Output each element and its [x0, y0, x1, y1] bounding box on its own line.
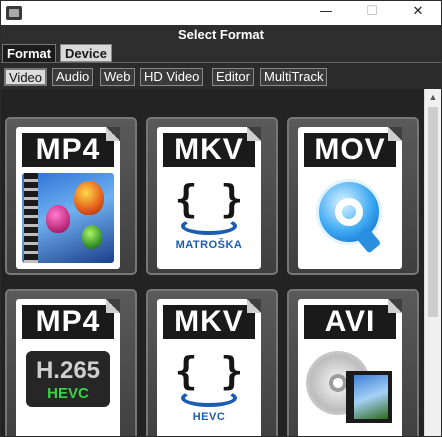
format-tile-mp4[interactable]: MP4 — [5, 117, 137, 275]
format-card: MOV — [298, 127, 402, 269]
format-tile-mov[interactable]: MOV — [287, 117, 419, 275]
minimize-button[interactable]: — — [303, 1, 349, 25]
format-tile-mkv[interactable]: MKV { } MATROŠKA — [146, 117, 278, 275]
hevc-text: HEVC — [47, 385, 89, 402]
quicktime-icon — [304, 173, 396, 263]
tab-editor[interactable]: Editor — [212, 68, 254, 86]
tab-hd-video[interactable]: HD Video — [140, 68, 204, 86]
vertical-scrollbar[interactable]: ▲ — [424, 89, 441, 436]
title-bar: — ☐ ✕ — [1, 1, 441, 25]
matroska-hevc-icon: { } HEVC — [163, 345, 255, 435]
format-tile-mp4-hevc[interactable]: MP4 H.265 HEVC — [5, 289, 137, 436]
h265-hevc-icon: H.265 HEVC — [22, 345, 114, 435]
format-grid: MP4 MKV { } MATROŠKA MOV MP4 H.265 HEVC … — [1, 89, 424, 436]
format-label: MOV — [304, 133, 396, 167]
tab-multitrack[interactable]: MultiTrack — [260, 68, 328, 86]
scroll-up-icon[interactable]: ▲ — [425, 89, 441, 105]
format-tile-mkv-hevc[interactable]: MKV { } HEVC — [146, 289, 278, 436]
format-label: MP4 — [22, 133, 114, 167]
disc-film-icon — [304, 345, 396, 435]
format-label: MP4 — [22, 305, 114, 339]
h265-text: H.265 — [35, 357, 101, 384]
format-card: AVI — [298, 299, 402, 436]
scroll-thumb[interactable] — [428, 107, 438, 317]
maximize-button[interactable]: ☐ — [349, 1, 395, 25]
tab-video[interactable]: Video — [4, 68, 48, 86]
format-label: AVI — [304, 305, 396, 339]
matroska-text: MATROŠKA — [175, 239, 243, 251]
format-label: MKV — [163, 133, 255, 167]
select-format-window: — ☐ ✕ Select Format Format Device Video … — [0, 0, 442, 437]
hevc-text: HEVC — [192, 411, 226, 423]
app-icon — [6, 6, 22, 20]
primary-tab-bar: Format Device — [1, 44, 441, 62]
format-card: MKV { } MATROŠKA — [157, 127, 261, 269]
tab-device[interactable]: Device — [60, 44, 112, 62]
matroska-icon: { } MATROŠKA — [163, 173, 255, 263]
format-card: MP4 — [16, 127, 120, 269]
tab-format[interactable]: Format — [2, 44, 57, 62]
tab-web[interactable]: Web — [100, 68, 135, 86]
dialog-title: Select Format — [1, 25, 441, 44]
film-balloons-icon — [22, 173, 114, 263]
format-card: MKV { } HEVC — [157, 299, 261, 436]
category-tab-bar: Video Audio Web HD Video Editor MultiTra… — [1, 62, 441, 89]
format-card: MP4 H.265 HEVC — [16, 299, 120, 436]
format-tile-avi[interactable]: AVI — [287, 289, 419, 436]
format-label: MKV — [163, 305, 255, 339]
tab-audio[interactable]: Audio — [52, 68, 94, 86]
close-button[interactable]: ✕ — [395, 1, 441, 25]
